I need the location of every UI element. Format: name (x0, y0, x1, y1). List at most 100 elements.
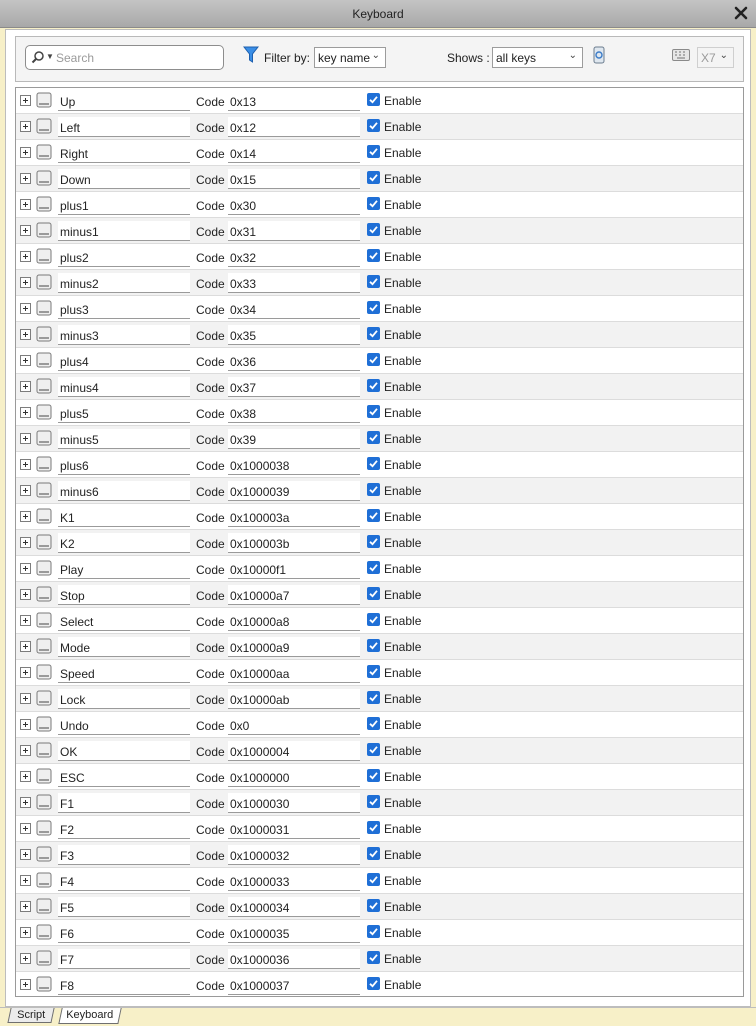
key-name-field[interactable]: minus2 (58, 273, 190, 293)
enable-label[interactable]: Enable (384, 120, 421, 134)
enable-checkbox[interactable] (367, 431, 380, 444)
enable-checkbox[interactable] (367, 795, 380, 808)
enable-label[interactable]: Enable (384, 718, 421, 732)
enable-label[interactable]: Enable (384, 250, 421, 264)
key-name-field[interactable]: plus6 (58, 455, 190, 475)
key-code-field[interactable]: 0x10000a7 (228, 585, 360, 605)
expand-icon[interactable] (20, 615, 31, 626)
key-name-field[interactable]: minus3 (58, 325, 190, 345)
key-code-field[interactable]: 0x38 (228, 403, 360, 423)
enable-checkbox[interactable] (367, 171, 380, 184)
enable-checkbox[interactable] (367, 145, 380, 158)
enable-label[interactable]: Enable (384, 926, 421, 940)
key-code-field[interactable]: 0x10000f1 (228, 559, 360, 579)
expand-icon[interactable] (20, 927, 31, 938)
key-code-field[interactable]: 0x37 (228, 377, 360, 397)
expand-icon[interactable] (20, 277, 31, 288)
expand-icon[interactable] (20, 641, 31, 652)
key-code-field[interactable]: 0x0 (228, 715, 360, 735)
key-code-field[interactable]: 0x100003a (228, 507, 360, 527)
enable-checkbox[interactable] (367, 977, 380, 990)
enable-checkbox[interactable] (367, 483, 380, 496)
key-name-field[interactable]: Down (58, 169, 190, 189)
enable-checkbox[interactable] (367, 119, 380, 132)
enable-label[interactable]: Enable (384, 94, 421, 108)
key-name-field[interactable]: F3 (58, 845, 190, 865)
key-code-field[interactable]: 0x32 (228, 247, 360, 267)
enable-label[interactable]: Enable (384, 640, 421, 654)
enable-checkbox[interactable] (367, 613, 380, 626)
enable-checkbox[interactable] (367, 405, 380, 418)
expand-icon[interactable] (20, 303, 31, 314)
enable-label[interactable]: Enable (384, 978, 421, 992)
key-code-field[interactable]: 0x10000a9 (228, 637, 360, 657)
reset-icon[interactable] (592, 46, 606, 67)
expand-icon[interactable] (20, 589, 31, 600)
tab-keyboard[interactable]: Keyboard (58, 1008, 122, 1024)
expand-icon[interactable] (20, 199, 31, 210)
key-code-field[interactable]: 0x1000036 (228, 949, 360, 969)
enable-label[interactable]: Enable (384, 744, 421, 758)
key-code-field[interactable]: 0x34 (228, 299, 360, 319)
enable-label[interactable]: Enable (384, 484, 421, 498)
enable-checkbox[interactable] (367, 509, 380, 522)
key-code-field[interactable]: 0x100003b (228, 533, 360, 553)
key-code-field[interactable]: 0x1000033 (228, 871, 360, 891)
expand-icon[interactable] (20, 147, 31, 158)
key-code-field[interactable]: 0x13 (228, 91, 360, 111)
enable-label[interactable]: Enable (384, 224, 421, 238)
enable-checkbox[interactable] (367, 873, 380, 886)
enable-checkbox[interactable] (367, 197, 380, 210)
key-name-field[interactable]: F6 (58, 923, 190, 943)
key-name-field[interactable]: minus5 (58, 429, 190, 449)
enable-label[interactable]: Enable (384, 874, 421, 888)
key-name-field[interactable]: K1 (58, 507, 190, 527)
expand-icon[interactable] (20, 823, 31, 834)
key-code-field[interactable]: 0x10000ab (228, 689, 360, 709)
key-code-field[interactable]: 0x15 (228, 169, 360, 189)
expand-icon[interactable] (20, 979, 31, 990)
key-name-field[interactable]: Speed (58, 663, 190, 683)
enable-label[interactable]: Enable (384, 952, 421, 966)
key-name-field[interactable]: plus4 (58, 351, 190, 371)
enable-checkbox[interactable] (367, 743, 380, 756)
expand-icon[interactable] (20, 173, 31, 184)
key-code-field[interactable]: 0x31 (228, 221, 360, 241)
key-name-field[interactable]: OK (58, 741, 190, 761)
enable-checkbox[interactable] (367, 847, 380, 860)
expand-icon[interactable] (20, 667, 31, 678)
enable-checkbox[interactable] (367, 93, 380, 106)
key-name-field[interactable]: Play (58, 559, 190, 579)
key-code-field[interactable]: 0x1000030 (228, 793, 360, 813)
expand-icon[interactable] (20, 901, 31, 912)
key-name-field[interactable]: K2 (58, 533, 190, 553)
key-name-field[interactable]: plus2 (58, 247, 190, 267)
enable-label[interactable]: Enable (384, 900, 421, 914)
key-code-field[interactable]: 0x1000034 (228, 897, 360, 917)
enable-checkbox[interactable] (367, 691, 380, 704)
filter-by-select[interactable]: key name ⌄ (314, 47, 386, 68)
enable-label[interactable]: Enable (384, 432, 421, 446)
key-name-field[interactable]: F2 (58, 819, 190, 839)
enable-label[interactable]: Enable (384, 614, 421, 628)
enable-checkbox[interactable] (367, 379, 380, 392)
enable-checkbox[interactable] (367, 665, 380, 678)
key-name-field[interactable]: Stop (58, 585, 190, 605)
enable-label[interactable]: Enable (384, 276, 421, 290)
enable-checkbox[interactable] (367, 275, 380, 288)
expand-icon[interactable] (20, 95, 31, 106)
enable-label[interactable]: Enable (384, 770, 421, 784)
expand-icon[interactable] (20, 849, 31, 860)
key-code-field[interactable]: 0x1000031 (228, 819, 360, 839)
key-code-field[interactable]: 0x1000004 (228, 741, 360, 761)
key-name-field[interactable]: F1 (58, 793, 190, 813)
expand-icon[interactable] (20, 121, 31, 132)
key-code-field[interactable]: 0x36 (228, 351, 360, 371)
key-name-field[interactable]: Lock (58, 689, 190, 709)
key-code-field[interactable]: 0x33 (228, 273, 360, 293)
close-icon[interactable] (732, 4, 750, 22)
enable-checkbox[interactable] (367, 223, 380, 236)
key-name-field[interactable]: minus6 (58, 481, 190, 501)
enable-label[interactable]: Enable (384, 822, 421, 836)
key-name-field[interactable]: Right (58, 143, 190, 163)
